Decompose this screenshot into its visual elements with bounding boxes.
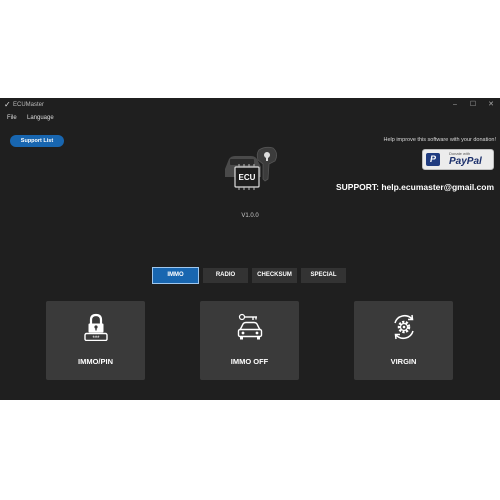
- gear-refresh-icon: [394, 314, 414, 340]
- ecu-chip-text: ECU: [239, 173, 256, 182]
- donation-text: Help improve this software with your don…: [383, 137, 497, 143]
- app-window: ✓ ECUMaster – ☐ ✕ File Language Support …: [0, 98, 500, 400]
- car-key-icon: [237, 313, 263, 340]
- tab-checksum[interactable]: CHECKSUM: [252, 268, 297, 283]
- immo-off-label: IMMO OFF: [230, 357, 269, 366]
- ecu-logo-icon: ECU: [225, 146, 277, 190]
- window-title: ECUMaster: [13, 102, 45, 108]
- virgin-label: VIRGIN: [390, 357, 417, 366]
- menu-file[interactable]: File: [7, 113, 17, 123]
- immo-pin-card[interactable]: *** IMMO/PIN: [46, 301, 145, 380]
- wrench-icon: ✓: [4, 100, 11, 109]
- tab-immo[interactable]: IMMO: [152, 267, 199, 284]
- support-list-button[interactable]: Support List: [10, 135, 64, 147]
- tab-special[interactable]: SPECIAL: [301, 268, 346, 283]
- paypal-icon: P: [426, 153, 440, 166]
- menu-language[interactable]: Language: [27, 113, 54, 123]
- minimize-button[interactable]: –: [448, 99, 462, 111]
- title-bar: ✓ ECUMaster – ☐ ✕: [0, 98, 500, 112]
- version-label: V1.0.0: [241, 213, 259, 219]
- paypal-logo: PayPal: [449, 156, 482, 167]
- immo-off-card[interactable]: IMMO OFF: [200, 301, 299, 380]
- immo-pin-label: IMMO/PIN: [78, 357, 113, 366]
- paypal-donate-button[interactable]: P Donate with PayPal: [422, 149, 494, 170]
- close-button[interactable]: ✕: [484, 99, 498, 111]
- virgin-card[interactable]: VIRGIN: [354, 301, 453, 380]
- lock-pin-icon: ***: [84, 313, 108, 341]
- support-email: SUPPORT: help.ecumaster@gmail.com: [336, 182, 495, 192]
- tab-radio[interactable]: RADIO: [203, 268, 248, 283]
- maximize-button[interactable]: ☐: [466, 99, 480, 111]
- menu-bar: File Language: [0, 112, 500, 124]
- svg-text:***: ***: [92, 336, 100, 341]
